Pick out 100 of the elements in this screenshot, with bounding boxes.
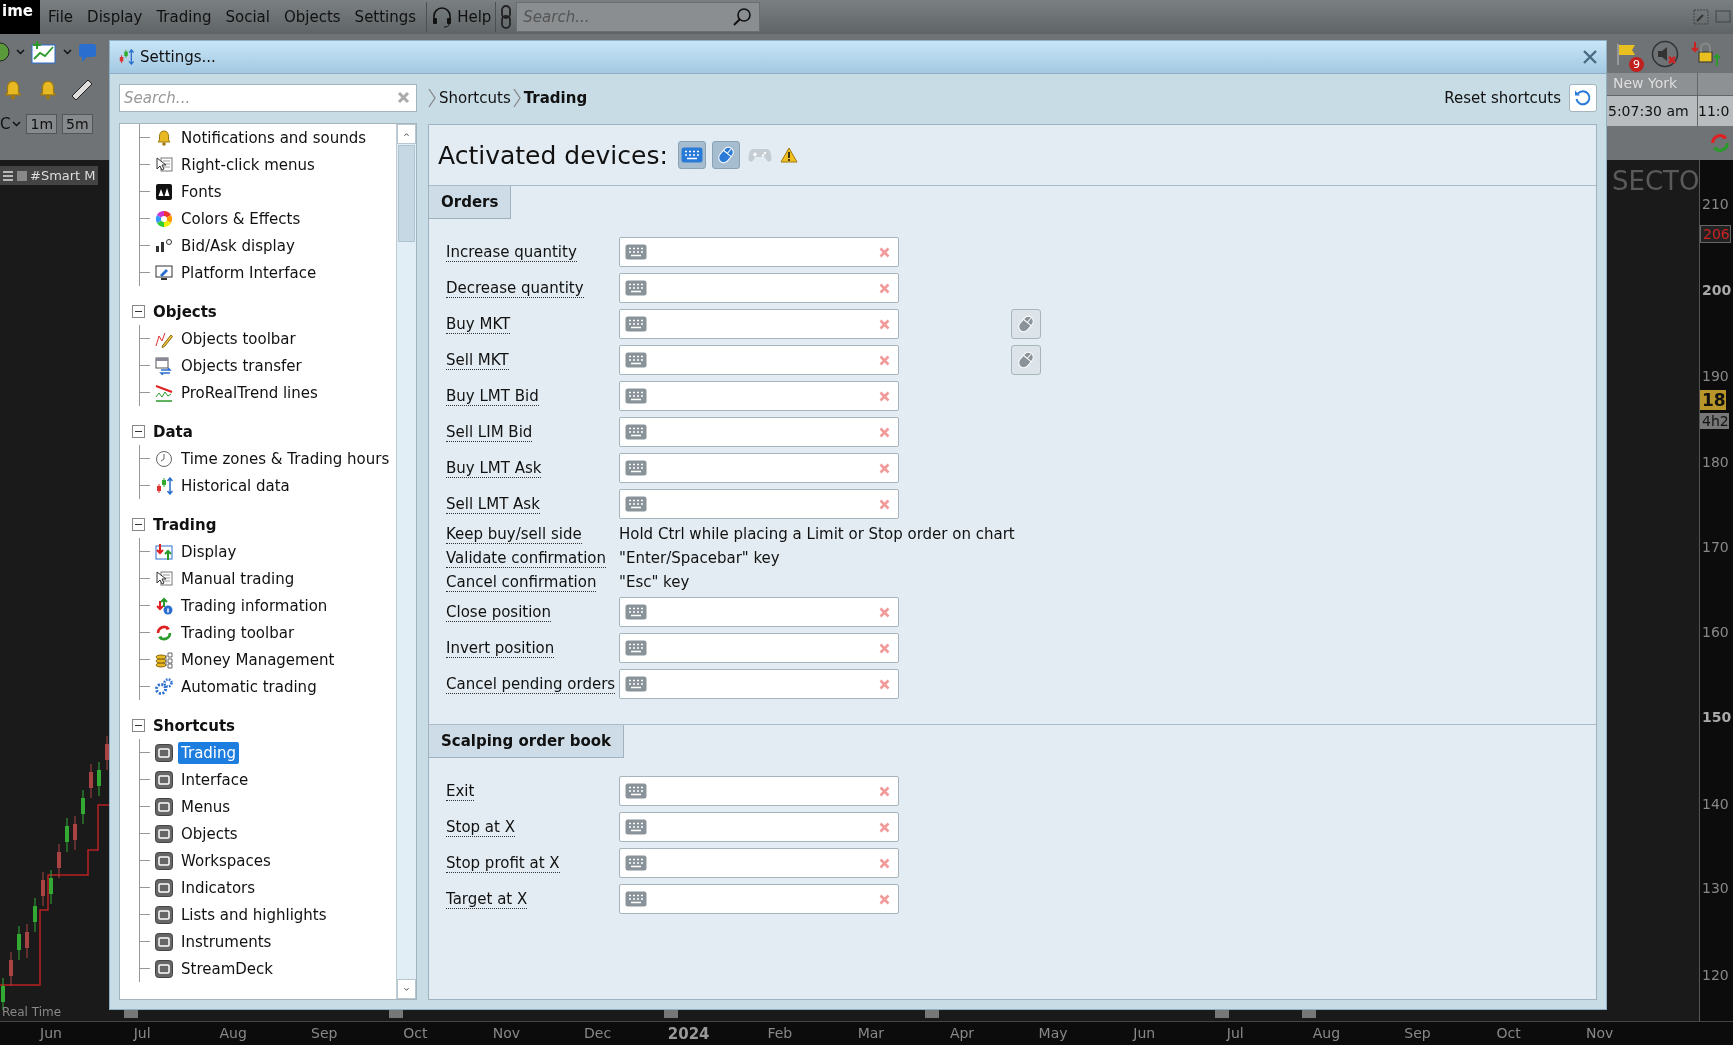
shortcut-field[interactable] <box>619 848 899 878</box>
tree-item[interactable]: Fonts <box>178 180 225 203</box>
caret-icon[interactable] <box>63 49 72 55</box>
close-icon[interactable] <box>1582 49 1598 65</box>
shortcut-field[interactable] <box>619 237 899 267</box>
link-icon[interactable] <box>500 5 513 29</box>
menu-item[interactable]: Settings <box>348 8 423 26</box>
shortcut-field[interactable] <box>619 453 899 483</box>
clear-icon[interactable] <box>879 893 890 905</box>
chart-icon[interactable] <box>31 40 57 64</box>
caret-icon[interactable] <box>12 121 22 127</box>
shortcut-field[interactable] <box>619 669 899 699</box>
clear-icon[interactable] <box>879 678 890 690</box>
instrument-selector[interactable]: C <box>0 115 22 133</box>
tree-item[interactable]: Notifications and sounds <box>178 126 369 149</box>
tree-item[interactable]: Trading information <box>178 594 331 617</box>
caret-icon[interactable] <box>16 49 25 55</box>
tree-item[interactable]: Time zones & Trading hours <box>178 447 393 470</box>
speaker-muted-icon[interactable] <box>1651 39 1679 68</box>
menu-item[interactable]: Trading <box>150 8 218 26</box>
tree-item[interactable]: Right-click menus <box>178 153 318 176</box>
clear-icon[interactable] <box>879 857 890 869</box>
mouse-button[interactable] <box>1011 309 1041 339</box>
collapse-icon[interactable] <box>132 518 145 531</box>
tree-item[interactable]: Manual trading <box>178 567 298 590</box>
clear-icon[interactable] <box>879 821 890 833</box>
clear-icon[interactable] <box>879 354 890 366</box>
tree-item[interactable]: Objects <box>178 822 241 845</box>
clear-icon[interactable] <box>879 498 890 510</box>
keyboard-button[interactable] <box>677 141 706 169</box>
tree-group-label[interactable]: Objects <box>153 302 217 321</box>
tree-item[interactable]: Objects transfer <box>178 354 305 377</box>
mouse-button[interactable] <box>1011 345 1041 375</box>
scroll-thumb[interactable] <box>398 145 415 242</box>
timeframe-button[interactable]: 1m <box>26 114 58 134</box>
mouse-button[interactable] <box>711 141 740 169</box>
menu-item[interactable]: Social <box>219 8 276 26</box>
search-icon[interactable] <box>732 7 753 27</box>
tree-item[interactable]: Bid/Ask display <box>178 234 298 257</box>
scroll-up-button[interactable] <box>397 124 416 144</box>
shortcut-field[interactable] <box>619 884 899 914</box>
shortcut-field[interactable] <box>619 633 899 663</box>
tree-item[interactable]: Workspaces <box>178 849 274 872</box>
shortcut-field[interactable] <box>619 597 899 627</box>
scroll-down-button[interactable] <box>397 979 416 999</box>
reset-button[interactable] <box>1569 84 1597 112</box>
clear-icon[interactable] <box>879 318 890 330</box>
shortcut-field[interactable] <box>619 776 899 806</box>
tree-group-label[interactable]: Trading <box>153 515 217 534</box>
clear-icon[interactable] <box>879 462 890 474</box>
clear-icon[interactable] <box>879 390 890 402</box>
shortcut-field[interactable] <box>619 309 899 339</box>
tree-item[interactable]: Automatic trading <box>178 675 320 698</box>
shortcut-field[interactable] <box>619 345 899 375</box>
tree-item[interactable]: Colors & Effects <box>178 207 304 230</box>
tree-item[interactable]: Instruments <box>178 930 275 953</box>
shortcut-field[interactable] <box>619 417 899 447</box>
collapse-icon[interactable] <box>132 425 145 438</box>
tree-item[interactable]: ProRealTrend lines <box>178 381 321 404</box>
collapse-icon[interactable] <box>132 719 145 732</box>
tree-item[interactable]: Indicators <box>178 876 259 899</box>
shortcut-field[interactable] <box>619 381 899 411</box>
menu-icon[interactable] <box>2 169 14 182</box>
wrench-icon[interactable] <box>1693 9 1709 25</box>
clear-icon[interactable] <box>397 91 410 104</box>
shortcut-field[interactable] <box>619 489 899 519</box>
tree-item[interactable]: Historical data <box>178 474 293 497</box>
tree-item[interactable]: Trading <box>178 741 240 764</box>
tree-group-label[interactable]: Data <box>153 422 193 441</box>
search-field[interactable]: Search... <box>516 2 761 32</box>
tree-item[interactable]: Display <box>178 540 240 563</box>
breadcrumb-link[interactable]: Shortcuts <box>439 89 511 107</box>
menu-item[interactable]: Display <box>81 8 149 26</box>
tree-item[interactable]: Trading toolbar <box>178 621 298 644</box>
ruler-icon[interactable] <box>70 78 94 102</box>
lock-icon[interactable] <box>1691 39 1721 68</box>
window-icon[interactable] <box>1715 9 1731 25</box>
clear-icon[interactable] <box>879 785 890 797</box>
tree-item[interactable]: Money Management <box>178 648 338 671</box>
bell-icon[interactable] <box>36 79 60 101</box>
help-menu[interactable]: Help <box>457 8 492 26</box>
tree-item[interactable]: Platform Interface <box>178 261 320 284</box>
tree-item[interactable]: Lists and highlights <box>178 903 330 926</box>
search-field[interactable]: Search... <box>119 84 417 112</box>
shortcut-field[interactable] <box>619 812 899 842</box>
chart-tab[interactable]: #Smart M <box>0 166 98 185</box>
shortcut-field[interactable] <box>619 273 899 303</box>
menu-item[interactable]: File <box>42 8 80 26</box>
tree-item[interactable]: Interface <box>178 768 252 791</box>
clear-icon[interactable] <box>879 426 890 438</box>
clear-icon[interactable] <box>879 282 890 294</box>
collapse-icon[interactable] <box>132 305 145 318</box>
clear-icon[interactable] <box>879 246 890 258</box>
tree-item[interactable]: StreamDeck <box>178 957 276 980</box>
breadcrumb-link[interactable]: Trading <box>523 89 588 107</box>
headset-icon[interactable] <box>431 6 454 28</box>
clear-icon[interactable] <box>879 642 890 654</box>
menu-item[interactable]: Objects <box>277 8 347 26</box>
tree-item[interactable]: Objects toolbar <box>178 327 299 350</box>
tree-item[interactable]: Menus <box>178 795 233 818</box>
